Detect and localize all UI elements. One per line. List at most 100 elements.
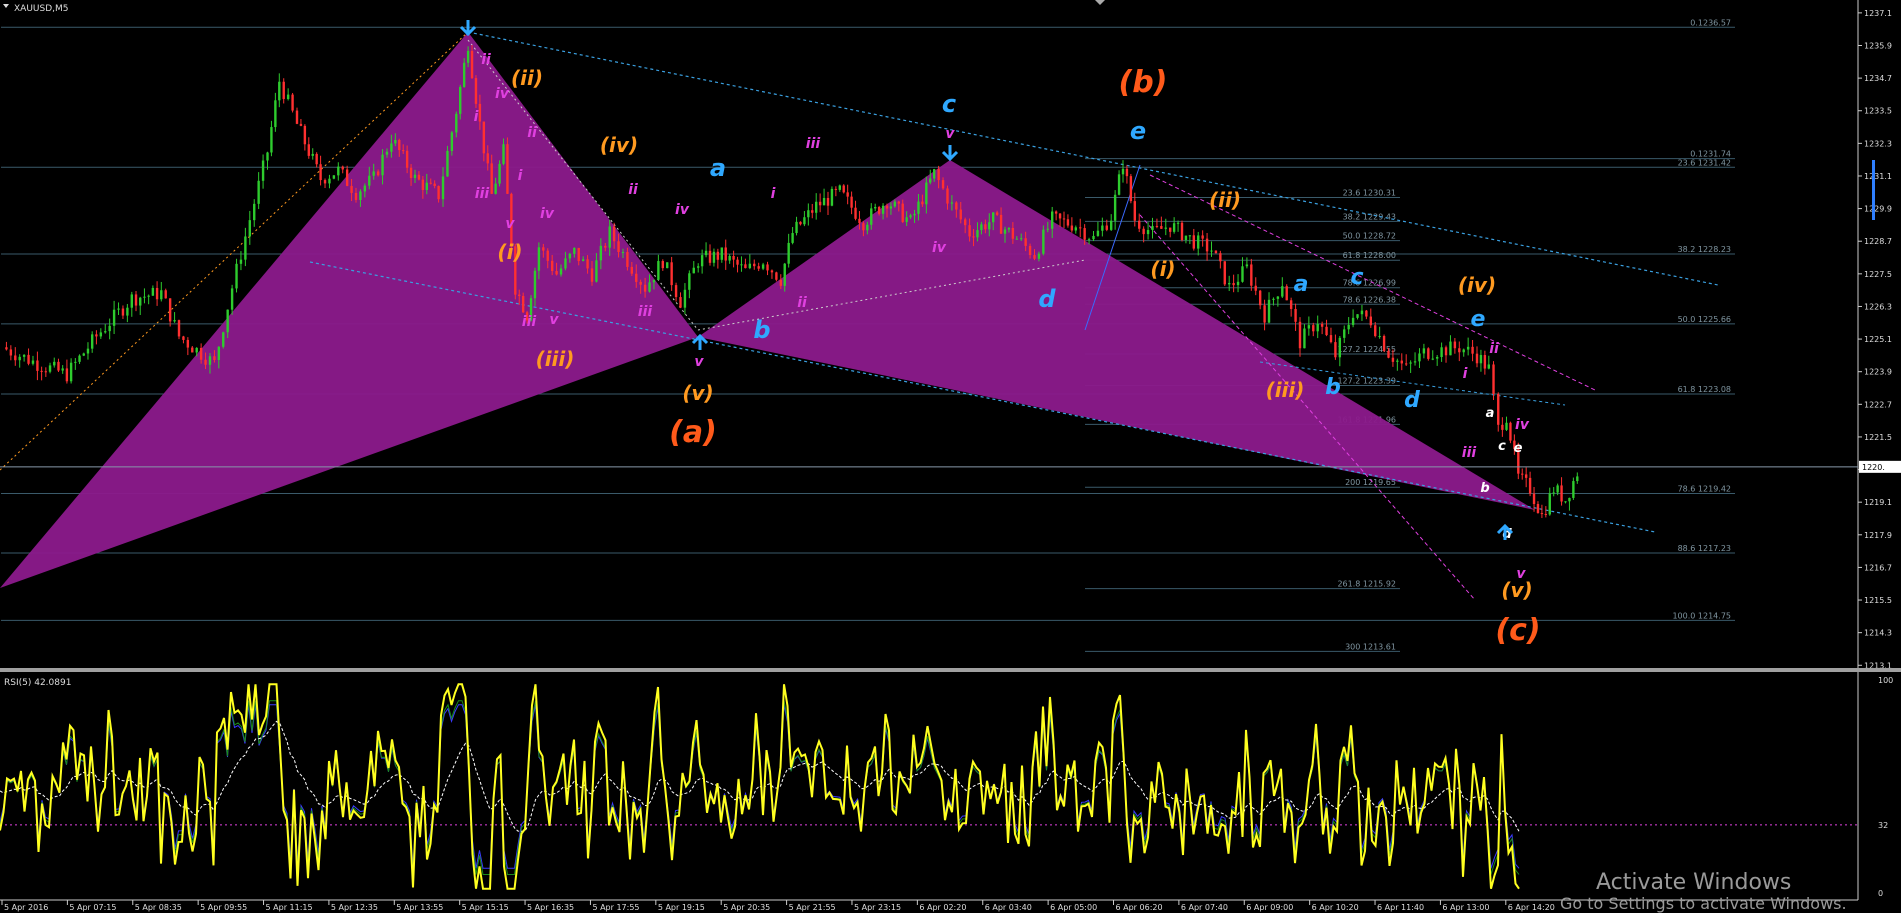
candle-body [783, 263, 786, 286]
candle-body [1303, 328, 1306, 349]
candle-body [48, 365, 52, 372]
candle-body [248, 220, 251, 237]
price-chart[interactable]: 0.1236.57 0.1231.7423.6 1231.42 23.6 1230.… [0, 0, 1901, 913]
candle-body [82, 353, 85, 356]
wave-label: iii [475, 186, 490, 202]
candle-body [1210, 250, 1213, 252]
candle-body [555, 271, 558, 275]
candle-body [1471, 346, 1474, 354]
fib-level-label: 61.8 1223.08 [1678, 385, 1731, 394]
wave-label: c [1350, 265, 1363, 290]
candle-body [482, 121, 486, 154]
fib-level-label: 300 1213.61 [1345, 642, 1396, 651]
candle-body [303, 125, 307, 145]
wave-label: ii [797, 295, 807, 311]
wave-label: b [1480, 481, 1489, 496]
candle-body [9, 349, 13, 356]
candle-body [1298, 321, 1302, 349]
candle-body [323, 180, 327, 184]
wave-label: ii [628, 182, 638, 198]
candle-body [1369, 316, 1372, 326]
candle-body [494, 183, 497, 194]
candle-body [877, 207, 881, 214]
candle-body [941, 180, 945, 189]
wave-label: (iv) [1458, 273, 1496, 297]
candle-body [1487, 364, 1490, 369]
fib-level-label: 0.1231.74 [1690, 150, 1731, 159]
wave-label: (ii) [511, 66, 543, 90]
rsi-panel: 100 32 0 [0, 676, 1893, 898]
candle-body [937, 169, 940, 181]
candle-body [1105, 225, 1108, 230]
candle-body [1458, 348, 1461, 353]
candle-body [506, 144, 509, 194]
candle-body [1427, 348, 1430, 359]
candle-body [791, 233, 794, 243]
time-tick-label: 5 Apr 12:35 [331, 903, 378, 912]
candle-body [761, 264, 765, 269]
candle-body [1576, 476, 1579, 482]
candle-body [385, 151, 389, 155]
candle-body [929, 178, 932, 183]
candle-body [104, 331, 107, 333]
price-tick-label: 1217.9 [1864, 531, 1892, 540]
candle-body [643, 284, 647, 292]
candle-body [5, 347, 8, 350]
candle-body [1281, 286, 1284, 297]
candle-body [1054, 211, 1058, 214]
candle-body [266, 152, 269, 161]
candle-body [830, 188, 834, 206]
time-tick-label: 5 Apr 16:35 [527, 903, 574, 912]
time-tick-label: 5 Apr 19:15 [658, 903, 705, 912]
candle-body [90, 334, 94, 349]
candle-body [818, 201, 822, 206]
candle-body [744, 264, 747, 269]
candle-body [208, 356, 212, 365]
candle-body [1536, 504, 1540, 514]
candle-body [1444, 347, 1448, 356]
wave-label: iv [932, 240, 947, 256]
candle-body [143, 296, 146, 298]
candle-body [988, 222, 991, 230]
arrow-down-icon [941, 145, 959, 162]
candle-body [1197, 235, 1200, 249]
candle-body [604, 245, 607, 248]
candle-body [720, 247, 723, 260]
candle-body [1024, 238, 1027, 246]
candle-body [1258, 290, 1262, 306]
wave-label: b [1325, 375, 1341, 400]
wave-label: i [474, 109, 479, 125]
candle-body [1121, 168, 1125, 175]
candle-body [1378, 335, 1381, 337]
candle-body [795, 221, 798, 234]
price-tick-label: 1235.9 [1864, 41, 1892, 50]
candle-body [376, 171, 380, 176]
candle-body [1062, 218, 1066, 220]
candle-body [901, 203, 904, 222]
candle-body [270, 127, 273, 153]
candle-body [1276, 296, 1280, 299]
candle-body [1096, 230, 1100, 236]
symbol-label: XAUUSD,M5 [14, 4, 69, 14]
candle-body [854, 207, 857, 219]
candle-body [1267, 299, 1271, 323]
wave-label: d [1038, 285, 1056, 313]
candle-body [1254, 285, 1257, 291]
candle-body [112, 309, 116, 326]
rsi-signal-green [0, 700, 1520, 875]
chart-menu-icon[interactable] [3, 4, 9, 8]
wave-label: iii [1462, 445, 1477, 461]
candle-body [1003, 229, 1007, 234]
candle-body [766, 264, 769, 271]
candle-body [955, 202, 958, 210]
candle-body [14, 355, 17, 361]
candle-body [328, 178, 331, 184]
candle-body [117, 308, 120, 310]
candle-body [1544, 513, 1548, 515]
time-tick-label: 6 Apr 10:20 [1312, 903, 1359, 912]
candle-body [803, 217, 806, 225]
candle-body [36, 360, 39, 371]
candle-body [1521, 473, 1524, 475]
candle-body [866, 224, 869, 231]
candle-body [286, 94, 290, 100]
